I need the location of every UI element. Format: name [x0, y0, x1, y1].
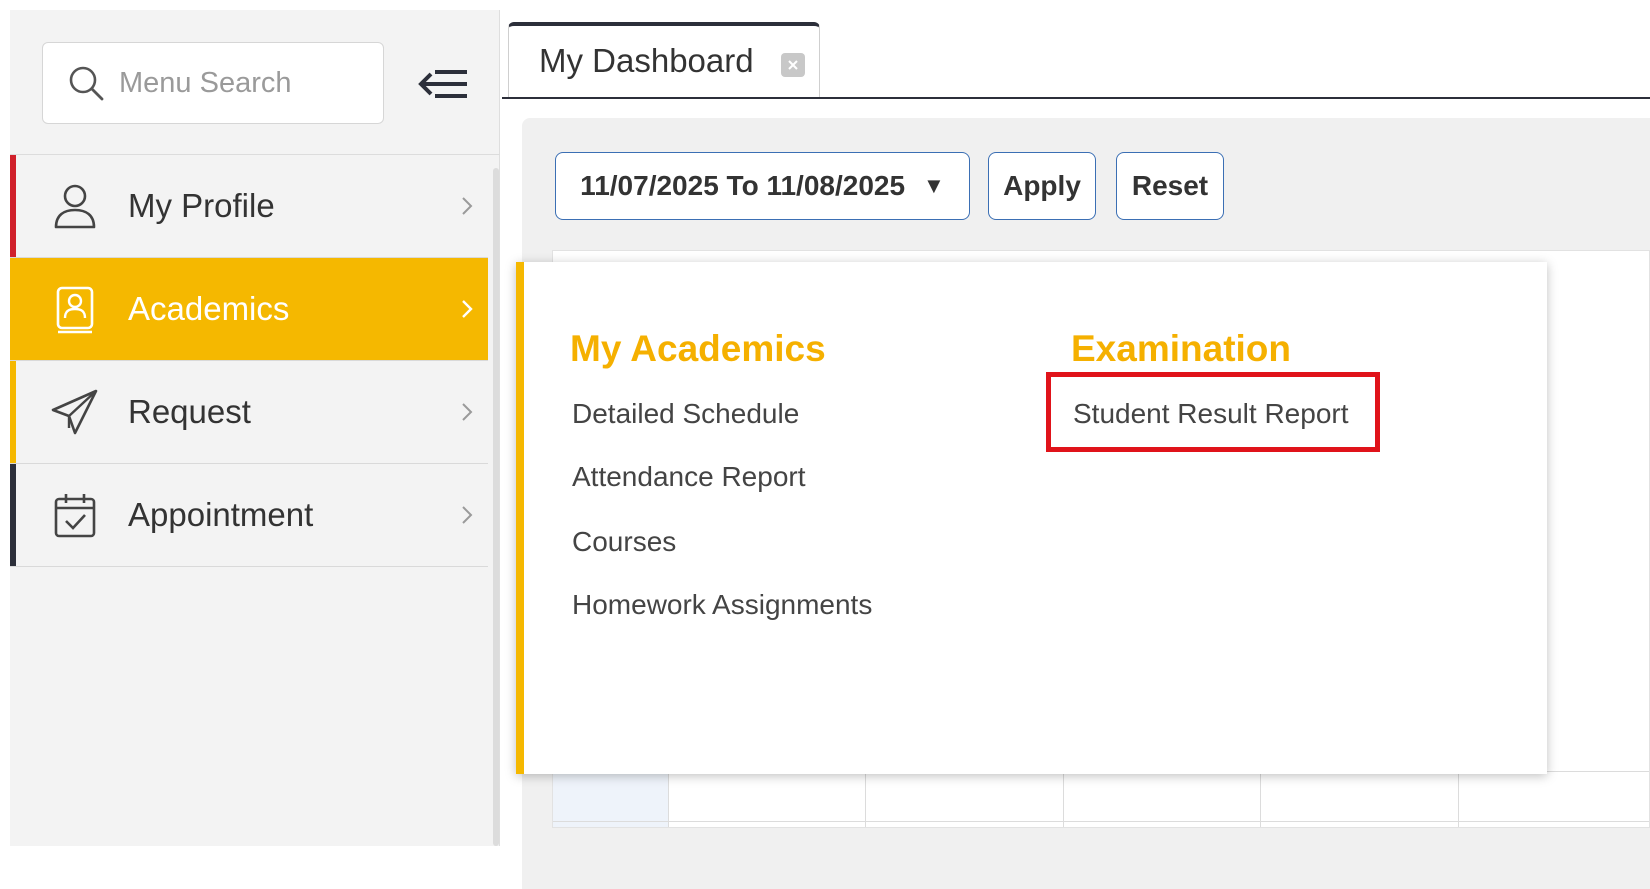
apply-button[interactable]: Apply	[988, 152, 1096, 220]
submenu-link-courses[interactable]: Courses	[572, 526, 676, 558]
chevron-right-icon	[462, 197, 473, 215]
grid-line	[865, 771, 866, 827]
grid-line	[553, 821, 1649, 822]
sidebar-item-my-profile[interactable]: My Profile	[10, 155, 488, 258]
collapse-menu-icon	[418, 70, 467, 98]
sidebar-item-label: My Profile	[128, 187, 275, 224]
user-icon	[50, 181, 100, 231]
sidebar: My Profile Academics	[10, 10, 500, 846]
tab-underline	[502, 97, 1650, 99]
sidebar-item-request[interactable]: Request	[10, 361, 488, 464]
grid-line	[1260, 771, 1261, 827]
grid-line	[1458, 771, 1459, 827]
sidebar-item-label: Request	[128, 393, 251, 430]
grid-line	[1063, 771, 1064, 827]
caret-down-icon: ▼	[923, 173, 945, 198]
calendar-check-icon	[50, 490, 100, 540]
academics-book-icon	[50, 284, 100, 334]
menu-item-accent	[10, 155, 16, 257]
search-icon	[69, 66, 104, 101]
sidebar-search-row	[10, 10, 500, 155]
paper-plane-icon	[50, 387, 100, 437]
chevron-right-icon	[462, 506, 473, 524]
menu-item-accent	[10, 258, 16, 360]
sidebar-item-label: Appointment	[128, 496, 314, 533]
menu-item-accent	[10, 464, 16, 566]
collapse-menu-button[interactable]	[415, 64, 471, 104]
sidebar-item-academics[interactable]: Academics	[10, 258, 488, 361]
sidebar-item-label: Academics	[128, 290, 290, 327]
grid-line	[668, 771, 669, 827]
tab-close-button[interactable]	[781, 53, 805, 77]
submenu-heading-my-academics: My Academics	[570, 328, 826, 369]
close-icon	[788, 60, 798, 70]
highlight-box	[1046, 372, 1380, 452]
submenu-link-attendance-report[interactable]: Attendance Report	[572, 461, 806, 493]
sidebar-scrollbar[interactable]	[493, 168, 499, 846]
date-range-value: 11/07/2025 To 11/08/2025	[580, 170, 906, 201]
submenu-heading-examination: Examination	[1071, 328, 1291, 369]
chevron-right-icon	[462, 403, 473, 421]
calendar-cell-shaded	[553, 771, 668, 827]
date-range-dropdown[interactable]: 11/07/2025 To 11/08/2025 ▼	[555, 152, 970, 220]
menu-search-input[interactable]	[119, 66, 369, 100]
sidebar-item-appointment[interactable]: Appointment	[10, 464, 488, 567]
tab-my-dashboard[interactable]: My Dashboard	[508, 22, 820, 99]
reset-button[interactable]: Reset	[1116, 152, 1224, 220]
menu-search-box[interactable]	[42, 42, 384, 124]
submenu-link-homework-assignments[interactable]: Homework Assignments	[572, 589, 872, 621]
chevron-right-icon	[462, 300, 473, 318]
submenu-link-detailed-schedule[interactable]: Detailed Schedule	[572, 398, 799, 430]
sidebar-menu: My Profile Academics Request Appointment	[10, 155, 488, 567]
tab-label: My Dashboard	[539, 42, 754, 79]
menu-item-accent	[10, 361, 16, 463]
